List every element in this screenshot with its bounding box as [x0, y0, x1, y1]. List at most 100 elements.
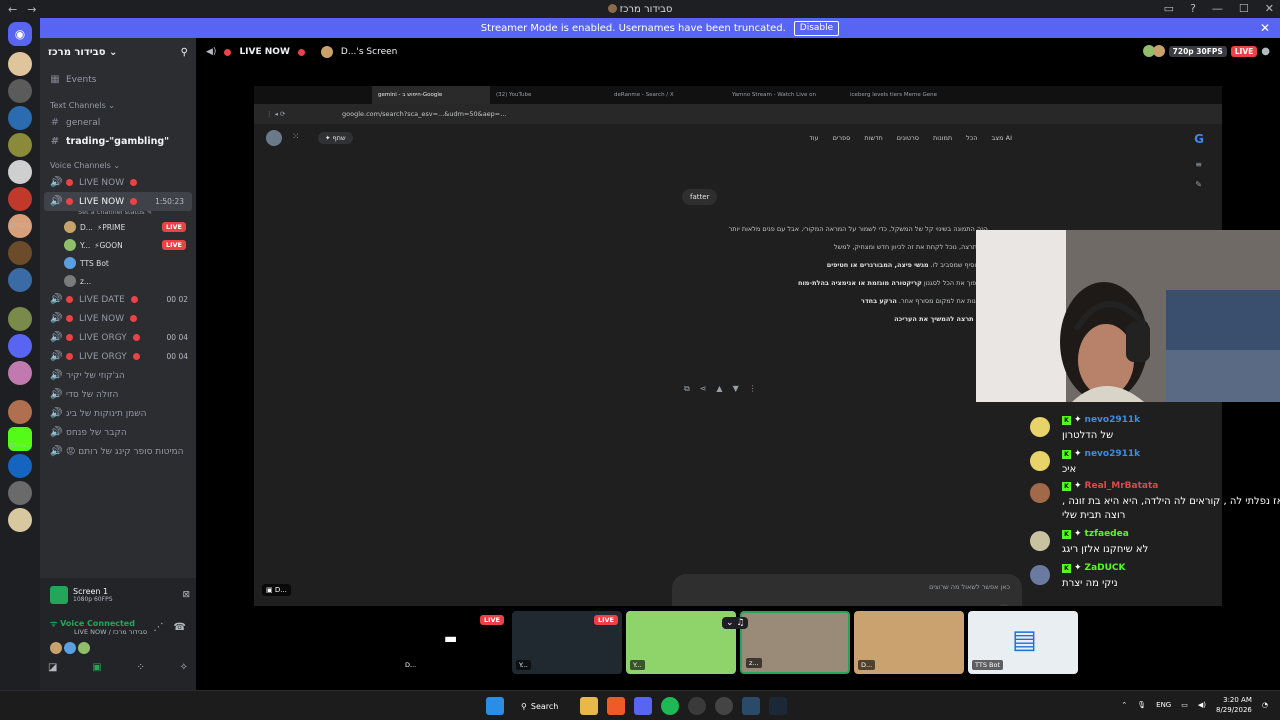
volume-icon[interactable]: ◀) [1198, 701, 1206, 709]
network-icon[interactable]: ▭ [1181, 701, 1188, 709]
voice-channel[interactable]: 🔊 השמן תינוקות של ביג [40, 404, 196, 423]
disable-streamer-button[interactable]: Disable [793, 20, 840, 36]
soundboard-icon[interactable]: ✧ [180, 662, 188, 678]
server-header[interactable]: סבידור מרכז ⌄ ⚲ [40, 38, 196, 66]
server-icon[interactable] [8, 307, 32, 331]
voice-channel[interactable]: 🔊 LIVE NOW [40, 309, 196, 328]
sparkle-icon: ✦ [1074, 415, 1082, 425]
events-item[interactable]: ▦ Events [40, 70, 196, 89]
voice-member[interactable]: TTS Bot [40, 254, 196, 272]
server-icon[interactable] [8, 52, 32, 76]
window-title: סבידור מרכז [0, 4, 1280, 15]
voice-member[interactable]: D... ⚡PRIME LIVE [40, 218, 196, 236]
bullet-text: להפוך את הכל לסגנון [921, 279, 985, 287]
speaker-icon: 🔊 [50, 370, 63, 381]
gemini-answer: הנה התמונה בשינוי קל של המשקל, כדי לשמור… [660, 220, 990, 328]
participant-tile[interactable]: ▤ TTS Bot [968, 611, 1078, 674]
screen-share-row[interactable]: Screen 1 1080p 60FPS ⊠ [50, 584, 190, 606]
brave-browser-icon[interactable] [607, 697, 625, 715]
speaker-icon[interactable]: ◀) [206, 47, 216, 57]
voice-channel[interactable]: 🔊 😡 המיטות סופר קינג של רותם [40, 442, 196, 461]
voice-channel[interactable]: 🔊 LIVE DATE 00 02 [40, 290, 196, 309]
server-icon[interactable] [8, 79, 32, 103]
camera-off-icon[interactable]: ◪ [48, 662, 57, 678]
voice-channel[interactable]: 🔊 LIVE ORGY 00 04 [40, 328, 196, 347]
server-icon[interactable] [8, 187, 32, 211]
activities-icon[interactable]: ⁘ [136, 662, 144, 678]
participant-tile[interactable]: Y... [626, 611, 736, 674]
channel-general[interactable]: # general [40, 113, 196, 132]
speaker-icon: 🔊 [50, 427, 63, 438]
server-icon[interactable] [8, 268, 32, 292]
server-icon[interactable] [8, 106, 32, 130]
inbox-icon[interactable]: ▭ [1164, 0, 1174, 18]
disconnect-icon[interactable]: ☎ [174, 622, 186, 633]
voice-status-text: Voice Connected [60, 619, 135, 628]
discord-taskbar-icon[interactable] [634, 697, 652, 715]
chat-bubble-icon[interactable]: ● [1261, 46, 1270, 57]
stream-indicators: 720p 30FPS LIVE ● [1142, 45, 1270, 57]
maximize-button[interactable]: ☐ [1239, 0, 1249, 18]
voice-channel[interactable]: 🔊 הזולה של סדי [40, 385, 196, 404]
server-icon[interactable] [8, 400, 32, 424]
server-folder-label[interactable]: הקהילה [2, 222, 38, 229]
server-icon[interactable] [8, 160, 32, 184]
voice-channel-label: השמן תינוקות של ביג [66, 408, 147, 419]
chat-username: nevo2911k [1084, 449, 1141, 459]
chat-text: איכ [1062, 464, 1077, 475]
collapse-tiles-button[interactable]: ⌄ ♫ [722, 617, 749, 629]
tray-chevron-icon[interactable]: ⌃ [1121, 701, 1127, 709]
server-icon[interactable] [8, 241, 32, 265]
clock[interactable]: 3:20 AM 8/29/2026 [1216, 695, 1252, 715]
voice-member[interactable]: z... [40, 272, 196, 290]
answer-question: אם תרצה, נוכל לקחת את זה לכיוון חדש ומצח… [833, 243, 990, 251]
app-icon[interactable] [742, 697, 760, 715]
member-name: z... [80, 276, 92, 286]
file-explorer-icon[interactable] [580, 697, 598, 715]
screen-share-button-icon[interactable]: ▣ [92, 662, 101, 678]
voice-channel[interactable]: 🔊 LIVE NOW [40, 173, 196, 192]
close-banner-icon[interactable]: ✕ [1260, 21, 1270, 35]
app-icon[interactable] [688, 697, 706, 715]
server-folder-label[interactable]: הקהילה [2, 442, 38, 449]
participant-tile[interactable]: D... [854, 611, 964, 674]
server-icon[interactable] [8, 454, 32, 478]
participant-tile[interactable]: Y... LIVE [512, 611, 622, 674]
live-badge: LIVE [593, 615, 618, 625]
mic-tray-icon[interactable]: 🎙 [1137, 701, 1146, 709]
voice-member[interactable]: Y... ⚡GOON LIVE [40, 236, 196, 254]
close-button[interactable]: ✕ [1265, 0, 1274, 18]
streamer-avatar [320, 46, 333, 58]
language-indicator[interactable]: ENG [1156, 701, 1171, 709]
noise-suppression-icon[interactable]: ⋰ [154, 622, 164, 633]
participant-tile[interactable]: ▬ D... LIVE [398, 611, 508, 674]
taskbar-search[interactable]: ⚲ Search [513, 696, 571, 716]
notification-icon[interactable]: ◔ [1262, 701, 1268, 709]
server-icon[interactable] [8, 508, 32, 532]
server-icon[interactable] [8, 133, 32, 157]
text-channels-header[interactable]: Text Channels ⌄ [40, 95, 196, 113]
live-badge: LIVE [479, 615, 504, 625]
voice-channel[interactable]: 🔊 LIVE NOW 1:50:23 [44, 192, 192, 211]
document-icon: ▤ [1012, 625, 1037, 655]
server-icon[interactable] [8, 361, 32, 385]
settings-gear-icon[interactable] [715, 697, 733, 715]
server-icon[interactable] [8, 481, 32, 505]
windows-start-icon[interactable] [486, 697, 504, 715]
add-member-icon[interactable]: ⚲ [181, 47, 188, 58]
spotify-icon[interactable] [661, 697, 679, 715]
steam-icon[interactable] [769, 697, 787, 715]
help-icon[interactable]: ? [1190, 0, 1196, 18]
discord-home-icon[interactable]: ◉ [8, 22, 32, 46]
stop-stream-icon[interactable]: ⊠ [182, 590, 190, 600]
minimize-button[interactable]: — [1212, 0, 1223, 18]
chat-avatar [1030, 531, 1050, 551]
voice-channel[interactable]: 🔊 LIVE ORGY 00 04 [40, 347, 196, 366]
voice-channels-header[interactable]: Voice Channels ⌄ [40, 155, 196, 173]
channel-trading[interactable]: # trading-"gambling" [40, 132, 196, 151]
server-icon[interactable] [8, 334, 32, 358]
voice-channel[interactable]: 🔊 הג'קוזי של יקיר [40, 366, 196, 385]
voice-channel[interactable]: 🔊 הקבר של פנחס [40, 423, 196, 442]
live-dot-icon [66, 198, 73, 205]
participant-tile[interactable]: z... [740, 611, 850, 674]
